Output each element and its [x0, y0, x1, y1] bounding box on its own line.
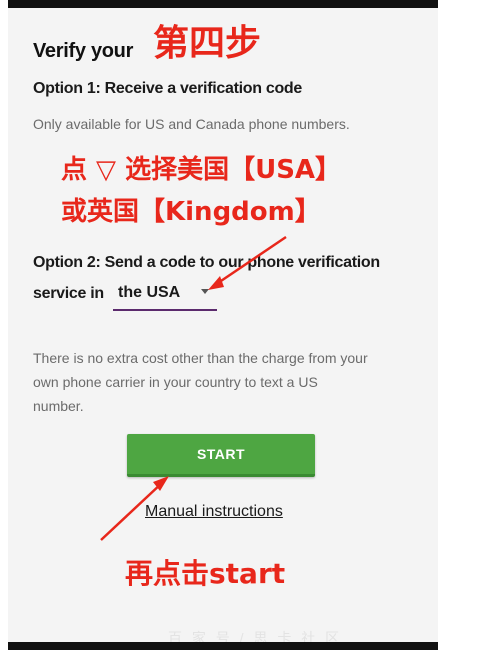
phone-screen: Verify your 第四步 Option 1: Receive a veri… — [8, 0, 438, 650]
cost-note-line2: own phone carrier in your country to tex… — [33, 374, 318, 390]
annotation-step-title: 第四步 — [153, 23, 262, 64]
option2-heading-line1: Option 2: Send a code to our phone verif… — [33, 254, 380, 271]
annotation-select-country: 点 ▽ 选择美国【USA】 — [61, 155, 342, 185]
option1-heading: Option 1: Receive a verification code — [33, 80, 302, 97]
country-select-value: the USA — [118, 284, 181, 301]
bottom-nav-bar — [8, 642, 438, 650]
manual-instructions-link[interactable]: Manual instructions — [145, 503, 283, 521]
cost-note-line1: There is no extra cost other than the ch… — [33, 350, 368, 366]
start-button[interactable]: START — [127, 434, 315, 477]
top-status-bar — [8, 0, 438, 8]
option1-note: Only available for US and Canada phone n… — [33, 116, 350, 132]
annotation-click-start: 再点击start — [125, 557, 286, 590]
annotation-or-kingdom: 或英国【Kingdom】 — [61, 197, 321, 227]
country-select[interactable]: the USA — [113, 279, 217, 311]
dropdown-caret-icon — [201, 289, 209, 294]
cost-note-line3: number. — [33, 398, 84, 414]
page-title: Verify your — [33, 40, 134, 62]
option2-heading-line2: service in — [33, 285, 104, 302]
